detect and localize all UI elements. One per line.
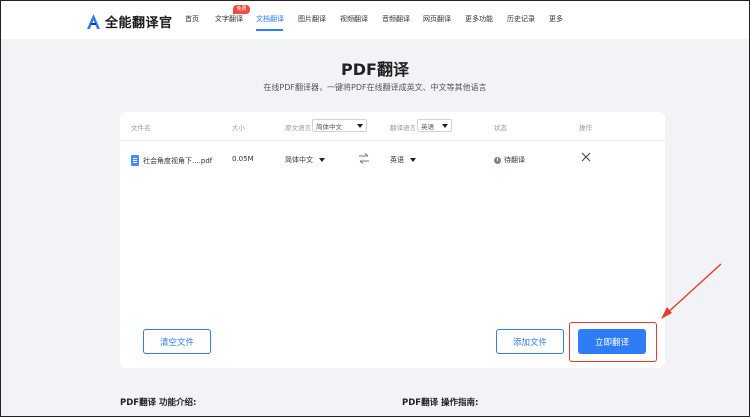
highlight-box <box>569 322 657 362</box>
nav-more[interactable]: 更多 <box>549 14 563 24</box>
close-icon[interactable] <box>581 152 591 162</box>
header-divider <box>120 140 665 141</box>
page-title: PDF翻译 <box>341 60 409 79</box>
header-size: 大小 <box>232 124 245 132</box>
clear-files-button[interactable]: 清空文件 <box>143 329 211 354</box>
chevron-down-icon <box>410 158 416 162</box>
row-target-lang: 英语 <box>390 156 404 164</box>
target-lang-select-value: 英语 <box>421 122 434 131</box>
page-subtitle: 在线PDF翻译器，一键将PDF在线翻译成英文、中文等其他语言 <box>263 83 487 92</box>
file-size: 0.05M <box>232 155 254 163</box>
header-target-lang: 翻译语言 <box>390 124 416 132</box>
header-action: 操作 <box>579 124 592 132</box>
chevron-down-icon <box>357 123 363 128</box>
chevron-down-icon <box>319 158 325 162</box>
nav-history[interactable]: 历史记录 <box>507 14 535 24</box>
operation-guide-heading: PDF翻译 操作指南: <box>402 398 479 408</box>
nav-video-translate[interactable]: 视频翻译 <box>340 14 368 24</box>
table-row-filename: 社会角度视角下....pdf <box>131 155 212 166</box>
header-filename: 文件名 <box>131 124 151 132</box>
feature-intro-heading: PDF翻译 功能介绍: <box>120 398 197 408</box>
row-source-lang-dropdown[interactable]: 简体中文 <box>285 155 325 165</box>
status-text: 待翻译 <box>504 156 525 164</box>
nav-webpage-translate[interactable]: 网页翻译 <box>423 14 451 24</box>
row-target-lang-dropdown[interactable]: 英语 <box>390 155 416 165</box>
swap-icon[interactable] <box>358 153 370 164</box>
logo-a-icon <box>87 14 100 29</box>
source-lang-select[interactable]: 简体中文 <box>312 119 367 132</box>
app-name: 全能翻译官 <box>105 16 173 31</box>
chevron-down-icon <box>442 123 448 128</box>
top-navigation: 全能翻译官 首页 文字翻译 免费 文档翻译 图片翻译 视频翻译 音频翻译 网页翻… <box>1 1 749 39</box>
nav-audio-translate[interactable]: 音频翻译 <box>382 14 410 24</box>
status-clock-icon <box>494 156 501 164</box>
file-icon <box>131 155 139 166</box>
free-badge: 免费 <box>233 5 250 14</box>
row-source-lang: 简体中文 <box>285 156 313 164</box>
header-status: 状态 <box>494 124 507 132</box>
nav-image-translate[interactable]: 图片翻译 <box>298 14 326 24</box>
app-logo[interactable]: 全能翻译官 <box>87 12 173 31</box>
nav-more-features[interactable]: 更多功能 <box>465 14 493 24</box>
header-source-lang: 原文语言 <box>285 124 311 132</box>
nav-home[interactable]: 首页 <box>185 14 199 24</box>
nav-document-translate[interactable]: 文档翻译 <box>256 14 284 24</box>
row-status: 待翻译 <box>494 155 525 165</box>
nav-text-translate[interactable]: 文字翻译 <box>215 14 243 24</box>
table-row-size: 0.05M <box>232 155 254 163</box>
add-file-button[interactable]: 添加文件 <box>496 329 564 354</box>
source-lang-select-value: 简体中文 <box>316 122 342 131</box>
nav-active-indicator <box>256 29 283 31</box>
target-lang-select[interactable]: 英语 <box>417 119 452 132</box>
filename-text: 社会角度视角下....pdf <box>143 156 213 165</box>
